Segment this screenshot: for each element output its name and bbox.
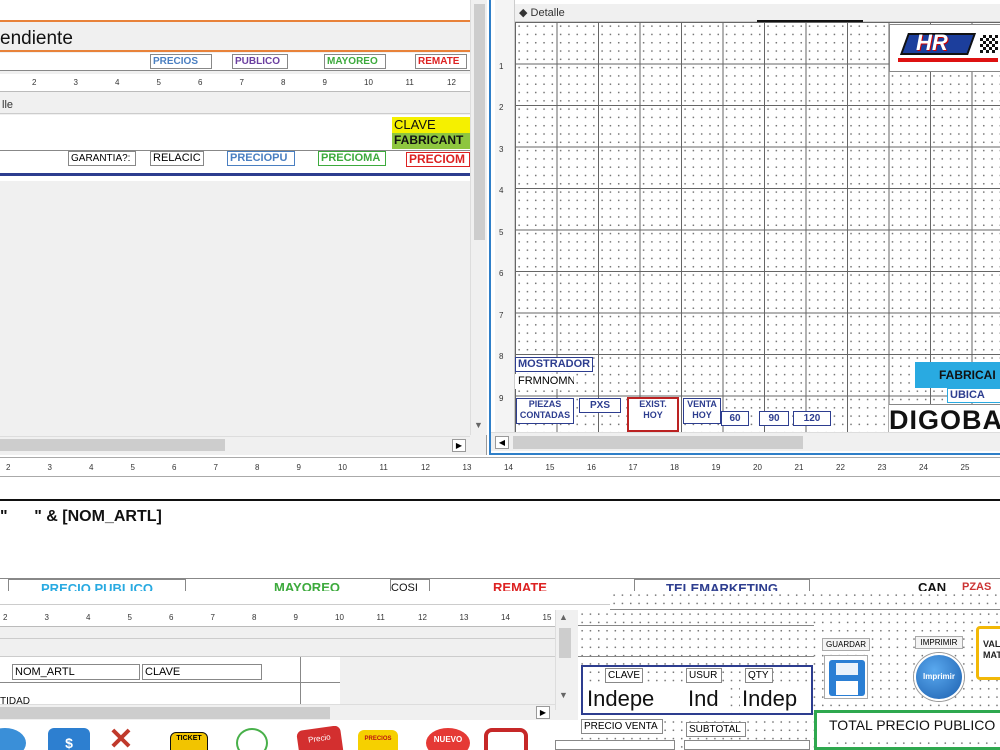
lower-label-strip: PRECIO PUBLICO MAYOREO COSI REMATE TELEM…: [0, 578, 1000, 592]
subtotal-label: SUBTOTAL: [686, 722, 746, 737]
label-mayoreo[interactable]: MAYOREO: [324, 54, 386, 69]
imprimir-label: IMPRIMIR: [915, 636, 963, 649]
col-60[interactable]: 60: [721, 411, 749, 426]
icon-toolbar: $ ✕ TICKET Precio PRECIOS NUEVO: [0, 726, 552, 750]
nuevo-icon[interactable]: NUEVO: [426, 728, 470, 750]
label-remate[interactable]: REMATE: [415, 54, 467, 69]
venta-label[interactable]: VENTA HOY: [683, 398, 721, 424]
indep-input-1[interactable]: Indepe: [585, 685, 683, 713]
nom-artl-field[interactable]: NOM_ARTL: [12, 664, 140, 680]
left-hscrollbar[interactable]: ▶: [0, 436, 470, 453]
precio-icon[interactable]: Precio: [296, 726, 344, 750]
indep-input-2[interactable]: Ind: [686, 685, 730, 713]
mostrador-label[interactable]: MOSTRADOR: [515, 357, 593, 372]
fabricante-field[interactable]: FABRICAI: [915, 362, 1000, 388]
right-section-label: Detalle: [530, 7, 565, 19]
piezas-label[interactable]: PIEZAS CONTADAS: [516, 398, 574, 424]
form-qty-label: QTY: [745, 668, 773, 683]
header-text: endiente: [0, 28, 73, 49]
hr-logo: HR: [889, 24, 1000, 72]
left-vscrollbar[interactable]: ▼: [470, 0, 487, 435]
pxs-label[interactable]: PXS: [579, 398, 621, 413]
field-precioma[interactable]: PRECIOMA: [318, 151, 386, 166]
left-section-label: lle: [2, 99, 14, 111]
ticket-icon[interactable]: TICKET: [170, 732, 208, 750]
floppy-disk-icon: [829, 660, 865, 696]
ubica-field[interactable]: UBICA: [947, 388, 1000, 403]
left-design-panel: endiente PRECIOS PUBLICO MAYOREO REMATE …: [0, 0, 487, 455]
fabricante-label[interactable]: FABRICANT: [392, 133, 470, 149]
left-section-bar[interactable]: lle: [0, 96, 470, 114]
form-clave-label: CLAVE: [605, 668, 643, 683]
lower-left-panel: 2 3 4 5 6 7 8 9 10 11 12 13 14 15 NOM_ARTL CLAVE TIDA…: [0, 610, 578, 720]
col-90[interactable]: 90: [759, 411, 789, 426]
digoba-field[interactable]: DIGOBA: [889, 404, 1000, 432]
lower-right-grid: [610, 591, 1000, 610]
guardar-label: GUARDAR: [822, 638, 870, 651]
form-usur-label: USUR: [686, 668, 722, 683]
guardar-button[interactable]: [824, 655, 868, 699]
exist-label[interactable]: EXIST. HOY: [627, 397, 679, 432]
val-button[interactable]: VAL MAT: [976, 626, 1000, 680]
lower-ruler: 2 3 4 5 6 7 8 9 10 11 12 13 14 15: [0, 610, 555, 627]
chat-icon[interactable]: [236, 728, 268, 750]
left-ruler: 2 3 4 5 6 7 8 9 10 11 12: [0, 74, 470, 92]
clave-field[interactable]: CLAVE: [142, 664, 262, 680]
money-icon[interactable]: $: [48, 728, 90, 750]
label-precios[interactable]: PRECIOS: [150, 54, 212, 69]
precios-icon[interactable]: PRECIOS: [358, 730, 398, 750]
precio-venta-label: PRECIO VENTA: [581, 719, 663, 734]
detalle-icon: ◆: [519, 7, 531, 19]
right-design-panel: 1 2 3 4 5 6 7 8 9 ◆ Detalle HR MOSTRADOR…: [489, 0, 1000, 455]
right-hscrollbar[interactable]: ◀: [491, 432, 1000, 451]
imprimir-button[interactable]: Imprimir: [914, 653, 964, 701]
indep-input-3[interactable]: Indep: [740, 685, 810, 713]
lower-hscrollbar[interactable]: ▶: [0, 704, 555, 720]
tools-icon[interactable]: [484, 728, 528, 750]
lower-vscrollbar[interactable]: ▲ ▼: [555, 610, 573, 710]
printer-icon: Imprimir: [922, 672, 955, 681]
main-ruler: 2 3 4 5 6 7 8 9 10 11 12 13 14 15 16 17 18 19 20 21 22 23 24 25: [0, 457, 1000, 477]
label-publico[interactable]: PUBLICO: [232, 54, 288, 69]
cancel-x-icon[interactable]: ✕: [100, 726, 142, 750]
field-relacion[interactable]: RELACIC: [150, 151, 204, 166]
right-vertical-ruler: 1 2 3 4 5 6 7 8 9: [499, 62, 504, 403]
val-label: VAL MAT: [983, 639, 1000, 660]
total-precio-publico-label: TOTAL PRECIO PUBLICO: [829, 717, 996, 733]
frmnom-field[interactable]: FRMNOMN: [515, 374, 575, 389]
col-120[interactable]: 120: [793, 411, 831, 426]
field-preciopu[interactable]: PRECIOPU: [227, 151, 295, 166]
globe-icon[interactable]: [0, 728, 26, 750]
field-garantia[interactable]: GARANTIA?:: [68, 151, 136, 166]
total-precio-publico-panel: TOTAL PRECIO PUBLICO: [814, 710, 1000, 750]
field-preciom[interactable]: PRECIOM: [406, 152, 470, 167]
expression-text[interactable]: " " & [NOM_ARTL]: [0, 508, 162, 526]
